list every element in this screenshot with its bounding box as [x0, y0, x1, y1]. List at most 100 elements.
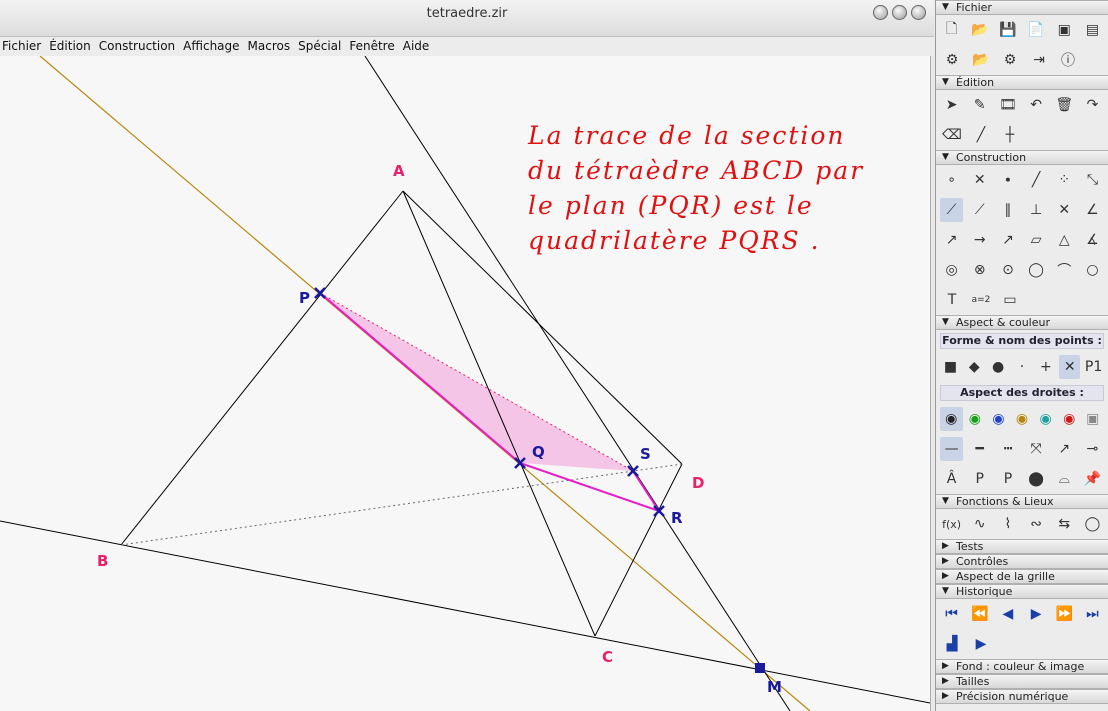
history-last-icon[interactable]: ⏭ — [1081, 602, 1104, 626]
section-fond[interactable]: ▶ Fond : couleur & image — [936, 659, 1108, 674]
section-controles[interactable]: ▶ Contrôles — [936, 554, 1108, 569]
section-tailles[interactable]: ▶ Tailles — [936, 674, 1108, 689]
color-gray-icon[interactable]: ▣ — [1081, 407, 1104, 431]
menu-construction[interactable]: Construction — [97, 37, 181, 56]
reflection-tool-icon[interactable]: ⤡ — [1081, 168, 1104, 192]
section-aspect[interactable]: ▼ Aspect & couleur — [936, 315, 1108, 330]
arc-style-icon[interactable]: ⌓ — [1053, 467, 1076, 491]
section-tests[interactable]: ▶ Tests — [936, 539, 1108, 554]
menu-aide[interactable]: Aide — [401, 37, 436, 56]
track-tool-icon[interactable]: ⇆ — [1053, 512, 1076, 536]
ray-tool-icon[interactable]: ↗ — [940, 228, 963, 252]
vector2-tool-icon[interactable]: ↗ — [996, 228, 1019, 252]
point-dot-icon[interactable]: · — [1012, 355, 1033, 379]
export-eps-icon[interactable]: ▤ — [1081, 18, 1104, 42]
text-tool-icon[interactable]: T — [940, 288, 964, 312]
color-green-icon[interactable]: ◉ — [964, 407, 987, 431]
export-icon[interactable]: ⇥ — [1027, 48, 1051, 72]
history-rewind-icon[interactable]: ⏪ — [968, 602, 991, 626]
close-button[interactable] — [911, 5, 926, 20]
menu-fichier[interactable]: Fichier — [0, 37, 47, 56]
line-thick-icon[interactable]: ━ — [968, 437, 991, 461]
line-through-points-icon[interactable]: ⟋ — [940, 198, 964, 222]
section-grille[interactable]: ▶ Aspect de la grille — [936, 569, 1108, 584]
point-plus-icon[interactable]: + — [1035, 355, 1056, 379]
history-first-icon[interactable]: ⏮ — [940, 602, 963, 626]
pin-icon[interactable]: 📌 — [1081, 467, 1104, 491]
open-folder-icon[interactable]: 📂 — [968, 18, 991, 42]
color-brown-icon[interactable]: ◉ — [1011, 407, 1034, 431]
curve-tool-icon[interactable]: ∿ — [968, 512, 991, 536]
line-dotted-icon[interactable]: ┅ — [996, 437, 1019, 461]
wand-icon[interactable]: ✎ — [968, 93, 991, 117]
section-construction[interactable]: ▼ Construction — [936, 150, 1108, 165]
menu-edition[interactable]: Édition — [47, 37, 97, 56]
arc-tool-icon[interactable]: ◯ — [1025, 258, 1048, 282]
circle-tool-icon[interactable]: ◎ — [940, 258, 963, 282]
macro-settings-icon[interactable]: ⚙ — [998, 48, 1022, 72]
point-square-icon[interactable]: ■ — [940, 355, 961, 379]
menu-special[interactable]: Spécial — [296, 37, 347, 56]
locus2-tool-icon[interactable]: ∾ — [1025, 512, 1048, 536]
intersection-tool-icon[interactable]: ✕ — [968, 168, 991, 192]
angle-tool-icon[interactable]: ∡ — [1081, 228, 1104, 252]
vector-tool-icon[interactable]: → — [968, 228, 991, 252]
section-edition[interactable]: ▼ Édition — [936, 75, 1108, 90]
history-forward-icon[interactable]: ⏩ — [1053, 602, 1076, 626]
info-icon[interactable]: ⓘ — [1056, 48, 1080, 72]
slider-tool-icon[interactable]: ▭ — [998, 288, 1022, 312]
midpoint-tool-icon[interactable]: ∙ — [996, 168, 1019, 192]
undo-icon[interactable]: ↶ — [1025, 93, 1048, 117]
history-step-icon[interactable]: ▟ — [940, 632, 964, 656]
point-circle-icon[interactable]: ● — [988, 355, 1009, 379]
color-cyan-icon[interactable]: ◉ — [1034, 407, 1057, 431]
section-precision[interactable]: ▶ Précision numérique — [936, 689, 1108, 704]
locus-tool-icon[interactable]: ⌇ — [996, 512, 1019, 536]
save-icon[interactable]: 💾 — [996, 18, 1019, 42]
circle-radius-tool-icon[interactable]: ⊗ — [968, 258, 991, 282]
history-play-icon[interactable]: ▶ — [969, 632, 993, 656]
line-tool-icon[interactable]: ╱ — [1025, 168, 1048, 192]
open-macro-icon[interactable]: 📂 — [969, 48, 993, 72]
segment-tool-icon[interactable]: ⟋ — [968, 198, 991, 222]
settings-file-icon[interactable]: ⚙ — [940, 48, 964, 72]
arc3-tool-icon[interactable]: ⌒ — [1053, 258, 1076, 282]
point-tool-icon[interactable]: ∘ — [940, 168, 963, 192]
mediator-tool-icon[interactable]: ✕ — [1053, 198, 1076, 222]
color-red-icon[interactable]: ◉ — [1058, 407, 1081, 431]
parallel-tool-icon[interactable]: ∥ — [996, 198, 1019, 222]
line-arrow-icon[interactable]: ↗ — [1053, 437, 1076, 461]
point-diamond-icon[interactable]: ◆ — [964, 355, 985, 379]
triangle-tool-icon[interactable]: △ — [1053, 228, 1076, 252]
menu-fenetre[interactable]: Fenêtre — [347, 37, 400, 56]
history-next-icon[interactable]: ▶ — [1025, 602, 1048, 626]
perpendicular-tool-icon[interactable]: ⊥ — [1025, 198, 1048, 222]
line-value-icon[interactable]: ⊸ — [1081, 437, 1104, 461]
large-name-icon[interactable]: P — [996, 467, 1019, 491]
circle-3pts-tool-icon[interactable]: ⊙ — [996, 258, 1019, 282]
eraser-icon[interactable]: ⌫ — [940, 123, 964, 147]
film-icon[interactable]: 🎞 — [996, 93, 1019, 117]
show-name-icon[interactable]: Â — [940, 467, 963, 491]
fill-icon[interactable]: ⬤ — [1025, 467, 1048, 491]
line-thin-icon[interactable]: — — [940, 437, 964, 461]
point-cross-icon[interactable]: ✕ — [1059, 355, 1081, 379]
polygon-tool-icon[interactable]: ▱ — [1025, 228, 1048, 252]
symmetry-tool-icon[interactable]: ⁘ — [1053, 168, 1076, 192]
minimize-button[interactable] — [873, 5, 888, 20]
function-tool-icon[interactable]: f(x) — [940, 512, 963, 536]
animate-tool-icon[interactable]: ◯ — [1081, 512, 1104, 536]
section-historique[interactable]: ▼ Historique — [936, 584, 1108, 599]
point-name-toggle[interactable]: P1 — [1083, 355, 1104, 379]
line-hidden-icon[interactable]: ⤧ — [1025, 437, 1048, 461]
new-file-icon[interactable]: 🗋 — [940, 18, 963, 42]
color-black-icon[interactable]: ◉ — [940, 407, 963, 431]
expression-tool-icon[interactable]: a=2 — [969, 288, 993, 312]
brush-icon[interactable]: ╱ — [969, 123, 993, 147]
export-png-icon[interactable]: ▣ — [1053, 18, 1076, 42]
delete-icon[interactable]: 🗑 — [1053, 93, 1076, 117]
circle2-tool-icon[interactable]: ○ — [1081, 258, 1104, 282]
bold-name-icon[interactable]: P — [968, 467, 991, 491]
redo-icon[interactable]: ↷ — [1081, 93, 1104, 117]
copy-icon[interactable]: 📄 — [1025, 18, 1048, 42]
